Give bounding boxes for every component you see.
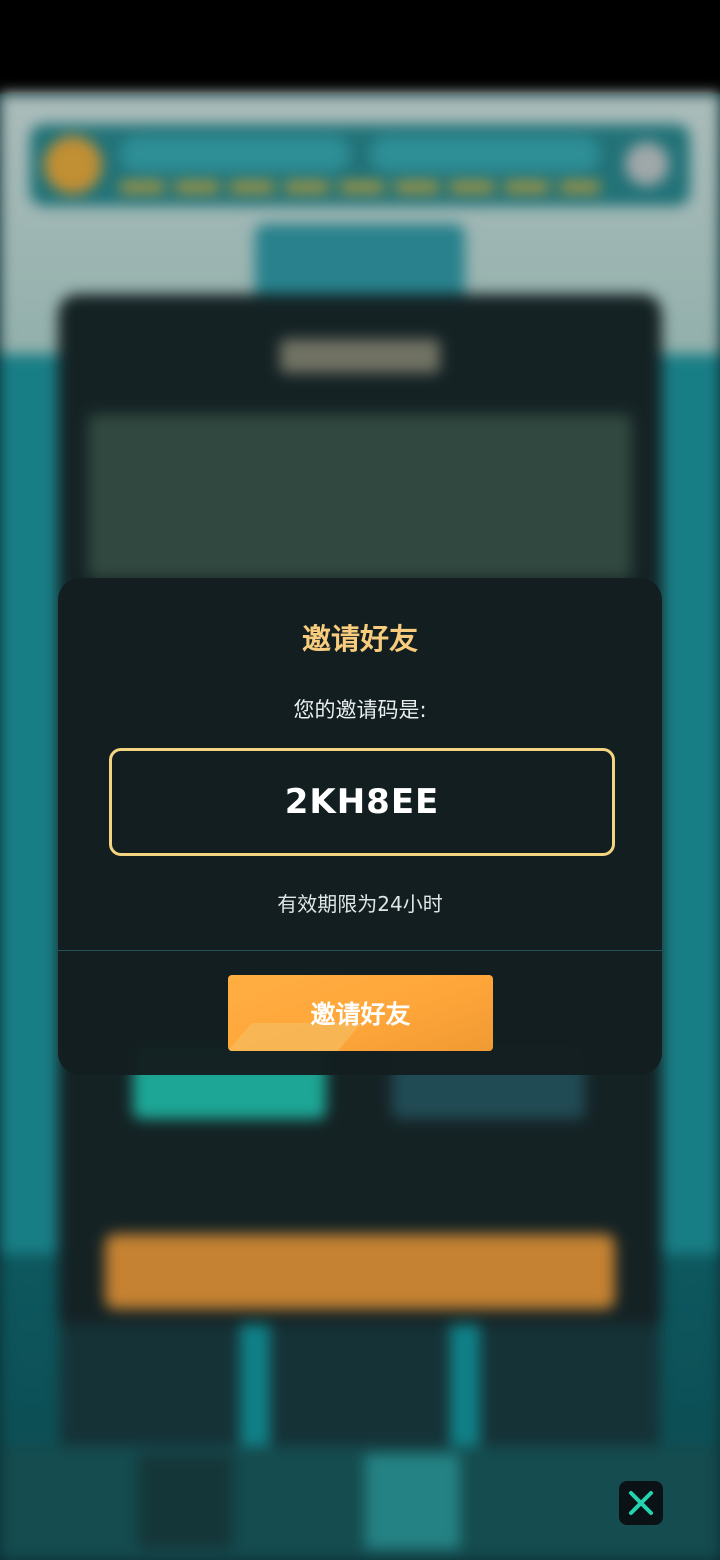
invite-code-label: 您的邀请码是: [293,698,427,722]
status-bar [0,0,720,94]
dialog-title: 邀请好友 [301,622,418,656]
invite-button-label: 邀请好友 [310,1000,411,1029]
invite-friends-button[interactable]: 邀请好友 [228,975,493,1051]
close-icon [629,1491,653,1515]
divider [58,950,662,951]
invite-friends-dialog: 邀请好友 您的邀请码是: 2KH8EE 有效期限为24小时 邀请好友 [58,578,662,1075]
close-button[interactable] [619,1481,663,1525]
invite-code-value: 2KH8EE [284,782,440,822]
invite-code-box[interactable]: 2KH8EE [109,748,615,856]
expiry-note: 有效期限为24小时 [277,892,443,916]
